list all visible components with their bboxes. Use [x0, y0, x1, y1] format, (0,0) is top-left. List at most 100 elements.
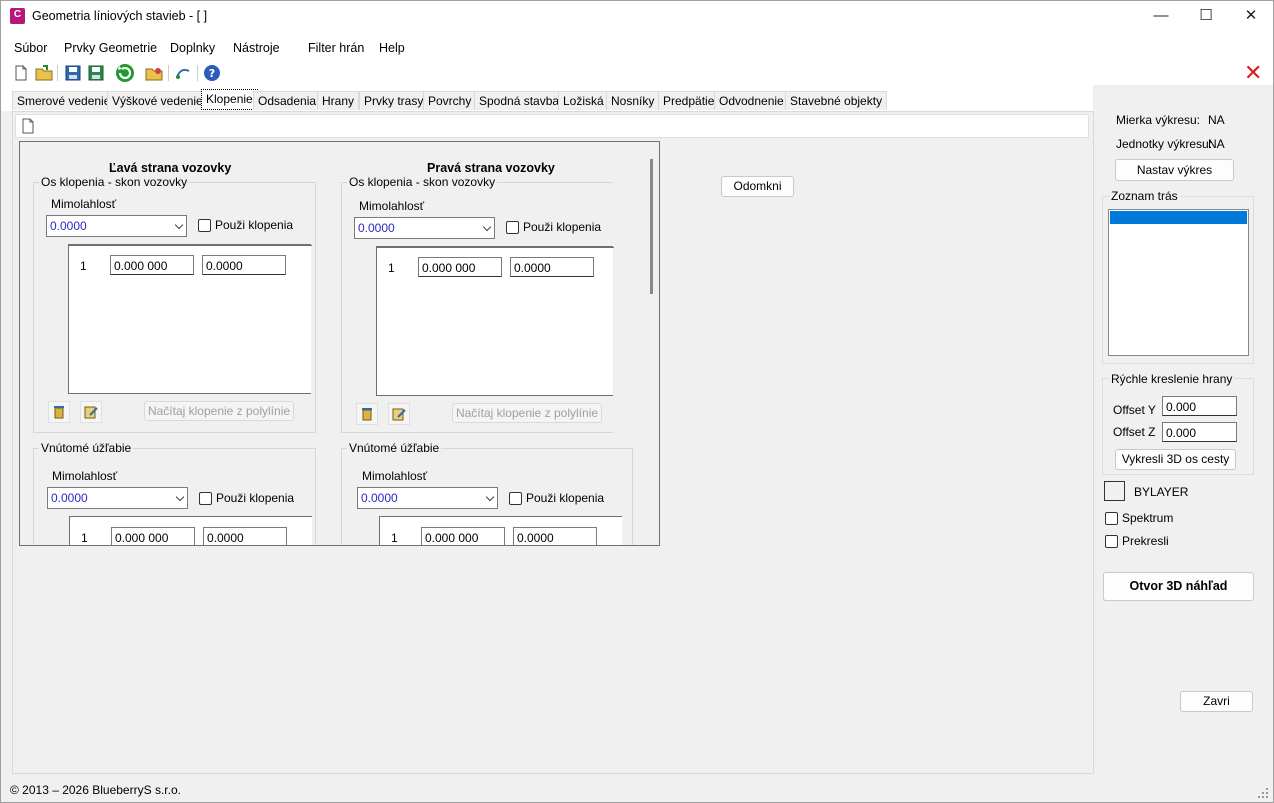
prekresli-checkbox[interactable]	[1105, 535, 1118, 548]
left-combo-value: 0.0000	[50, 219, 87, 233]
tab-smerove-vedenie[interactable]: Smerové vedenie	[12, 91, 116, 110]
tab-prvky-trasy[interactable]: Prvky trasy	[359, 91, 429, 110]
right-load-from-polyline-button[interactable]: Načítaj klopenie z polylínie	[452, 403, 602, 423]
edit-icon	[392, 408, 406, 421]
open-folder-icon[interactable]	[34, 63, 54, 83]
right-inner-row-value-field[interactable]: 0.0000	[513, 527, 597, 545]
edit-icon	[84, 406, 98, 419]
window-title: Geometria líniových stavieb - [ ]	[32, 9, 208, 23]
left-axis-group-label: Os klopenia - skon vozovky	[39, 175, 190, 189]
maximize-button[interactable]: ☐	[1183, 1, 1229, 31]
trash-icon	[362, 408, 372, 421]
status-copyright: © 2013 – 2026 BlueberryS s.r.o.	[10, 783, 181, 797]
menu-bar: Súbor Prvky Geometrie Doplnky Nástroje F…	[1, 31, 1273, 61]
offset-z-label: Offset Z	[1113, 425, 1156, 439]
tab-spodna-stavba[interactable]: Spodná stavba	[474, 91, 565, 110]
left-inner-row-station-field[interactable]: 0.000 000	[111, 527, 195, 545]
left-mimolahlost-combo[interactable]: 0.0000	[46, 215, 187, 237]
right-row-value-field[interactable]: 0.0000	[510, 257, 594, 277]
scale-label: Mierka výkresu:	[1116, 113, 1201, 127]
right-use-klopenia-label: Použi klopenia	[523, 220, 602, 234]
right-inner-row-index: 1	[391, 531, 398, 545]
toolbar: ? ✕	[1, 61, 1273, 85]
right-axis-group-label: Os klopenia - skon vozovky	[347, 175, 498, 189]
menu-filter-hran[interactable]: Filter hrán	[308, 41, 364, 55]
close-window-button[interactable]: ✕	[1228, 1, 1274, 31]
sub-toolbar	[15, 114, 1089, 138]
left-row-station-field[interactable]: 0.000 000	[110, 255, 194, 275]
open-3d-preview-button[interactable]: Otvor 3D náhľad	[1103, 572, 1254, 601]
left-inner-use-klopenia-label: Použi klopenia	[216, 491, 295, 505]
routes-list[interactable]	[1108, 209, 1249, 356]
left-row-index: 1	[80, 259, 87, 273]
menu-help[interactable]: Help	[379, 41, 405, 55]
draw-3d-axis-button[interactable]: Vykresli 3D os cesty	[1115, 449, 1236, 470]
right-delete-row-button[interactable]	[356, 403, 378, 425]
spektrum-checkbox[interactable]	[1105, 512, 1118, 525]
routes-list-selected-item[interactable]	[1110, 211, 1247, 224]
right-inner-combo-value: 0.0000	[361, 491, 398, 505]
left-inner-row-value-field[interactable]: 0.0000	[203, 527, 287, 545]
odomkni-button[interactable]: Odomkni	[721, 176, 794, 197]
tab-hrany[interactable]: Hrany	[317, 91, 360, 110]
offset-z-field[interactable]: 0.000	[1162, 422, 1237, 442]
close-document-icon[interactable]: ✕	[1244, 61, 1262, 85]
tab-stavebne-objekty[interactable]: Stavebné objekty	[785, 91, 888, 110]
left-use-klopenia-checkbox[interactable]	[198, 219, 211, 232]
right-mimolahlost-combo[interactable]: 0.0000	[354, 217, 495, 239]
right-use-klopenia-checkbox[interactable]	[506, 221, 519, 234]
tab-predpatie[interactable]: Predpätie	[658, 91, 720, 110]
refresh-icon[interactable]	[114, 62, 136, 84]
list-top-border	[377, 247, 614, 248]
right-inner-use-klopenia-checkbox[interactable]	[509, 492, 522, 505]
help-icon[interactable]: ?	[202, 63, 222, 83]
tab-odvodnenie[interactable]: Odvodnenie	[714, 91, 789, 110]
right-edit-row-button[interactable]	[388, 403, 410, 425]
menu-nastroje[interactable]: Nástroje	[233, 41, 280, 55]
chevron-down-icon	[174, 220, 184, 230]
tab-nosniky[interactable]: Nosníky	[606, 91, 660, 110]
klopenie-panel: Ľavá strana vozovky Os klopenia - skon v…	[19, 141, 660, 546]
tab-klopenie[interactable]: Klopenie	[201, 89, 258, 110]
toolbar-separator	[168, 65, 169, 81]
route-tool-icon[interactable]	[173, 63, 193, 83]
chevron-down-icon	[482, 222, 492, 232]
menu-subor[interactable]: Súbor	[14, 41, 47, 55]
new-file-icon[interactable]	[11, 63, 31, 83]
right-row-station-field[interactable]: 0.000 000	[418, 257, 502, 277]
right-inner-mimolahlost-label: Mimolahlosť	[362, 469, 428, 483]
menu-doplnky[interactable]: Doplnky	[170, 41, 215, 55]
left-inner-mimolahlost-label: Mimolahlosť	[52, 469, 118, 483]
new-item-icon[interactable]	[21, 118, 35, 134]
layer-color-swatch[interactable]	[1104, 481, 1125, 501]
app-icon: C	[10, 8, 25, 24]
close-button[interactable]: Zavri	[1180, 691, 1253, 712]
panel-scrollbar[interactable]	[650, 159, 653, 294]
spektrum-label: Spektrum	[1122, 511, 1174, 525]
left-load-from-polyline-button[interactable]: Načítaj klopenie z polylínie	[144, 401, 294, 421]
left-edit-row-button[interactable]	[80, 401, 102, 423]
right-inner-row-station-field[interactable]: 0.000 000	[421, 527, 505, 545]
left-delete-row-button[interactable]	[48, 401, 70, 423]
resize-grip-icon[interactable]	[1257, 787, 1269, 799]
right-inner-mimolahlost-combo[interactable]: 0.0000	[357, 487, 498, 509]
chevron-down-icon	[175, 492, 185, 502]
tab-povrchy[interactable]: Povrchy	[423, 91, 477, 110]
tab-loziska[interactable]: Ložiská	[558, 91, 609, 110]
minimize-button[interactable]: —	[1138, 1, 1184, 31]
menu-prvky-geometrie[interactable]: Prvky Geometrie	[64, 41, 157, 55]
left-inner-use-klopenia-checkbox[interactable]	[199, 492, 212, 505]
left-row-value-field[interactable]: 0.0000	[202, 255, 286, 275]
folder-settings-icon[interactable]	[144, 63, 164, 83]
left-inner-mimolahlost-combo[interactable]: 0.0000	[47, 487, 188, 509]
set-drawing-button[interactable]: Nastav výkres	[1115, 159, 1234, 181]
title-bar: C Geometria líniových stavieb - [ ] — ☐ …	[1, 1, 1273, 31]
save-as-icon[interactable]	[86, 63, 106, 83]
chevron-down-icon	[485, 492, 495, 502]
tab-odsadenia[interactable]: Odsadenia	[253, 91, 322, 110]
right-side-heading: Pravá strana vozovky	[427, 161, 555, 175]
tab-vyskove-vedenie[interactable]: Výškové vedenie	[107, 91, 208, 110]
save-icon[interactable]	[63, 63, 83, 83]
offset-y-field[interactable]: 0.000	[1162, 396, 1237, 416]
units-value: NA	[1208, 137, 1225, 151]
